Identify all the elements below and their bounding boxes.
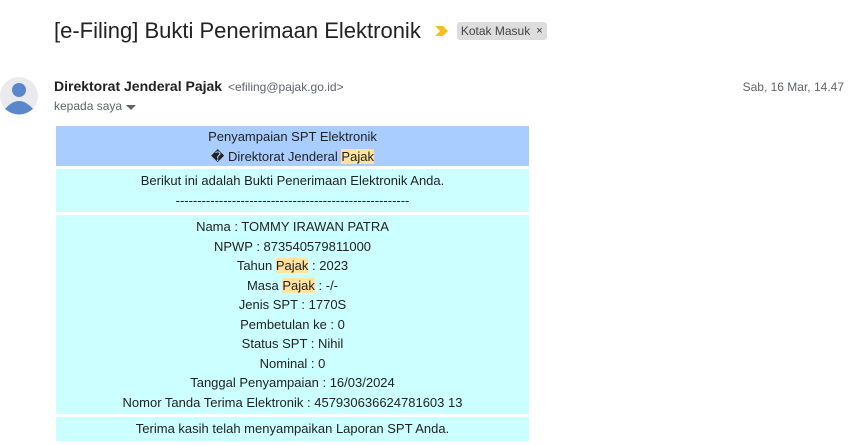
highlight-pajak: Pajak	[341, 148, 374, 164]
intro-block: Berikut ini adalah Bukti Penerimaan Elek…	[56, 169, 529, 212]
footer-block: Terima kasih telah menyampaikan Laporan …	[56, 417, 529, 441]
header-line-2-prefix: � Direktorat Jenderal	[211, 148, 342, 164]
header-line-1: Penyampaian SPT Elektronik	[208, 129, 377, 144]
sender-line: Direktorat Jenderal Pajak <efiling@pajak…	[54, 78, 344, 94]
detail-nominal: Nominal : 0	[259, 355, 326, 371]
detail-npwp: NPWP : 873540579811000	[213, 238, 372, 254]
label-chip-inbox: Kotak Masuk ×	[456, 22, 547, 40]
tahun-prefix: Tahun	[236, 258, 276, 273]
sender-avatar	[0, 77, 38, 115]
detail-nama: Nama : TOMMY IRAWAN PATRA	[196, 219, 389, 234]
email-subject: [e-Filing] Bukti Penerimaan Elektronik	[54, 18, 421, 43]
recipient-line[interactable]: kepada saya	[54, 99, 137, 113]
importance-marker-icon[interactable]	[434, 25, 449, 37]
remove-label-icon[interactable]: ×	[536, 25, 542, 37]
detail-tahun: Tahun Pajak : 2023	[56, 256, 529, 276]
intro-text: Berikut ini adalah Bukti Penerimaan Elek…	[140, 173, 445, 188]
tahun-suffix: : 2023	[308, 258, 349, 273]
dash-divider: ----------------------------------------…	[175, 192, 410, 208]
email-body: Penyampaian SPT Elektronik � Direktorat …	[56, 126, 529, 441]
detail-pembetulan: Pembetulan ke : 0	[240, 316, 345, 332]
label-chip-text: Kotak Masuk	[460, 24, 531, 38]
highlight-pajak: Pajak	[275, 258, 309, 273]
sender-name: Direktorat Jenderal Pajak	[54, 78, 223, 94]
recipient-details-dropdown-icon[interactable]	[126, 104, 137, 110]
highlight-pajak: Pajak	[282, 277, 315, 293]
masa-prefix: Masa	[246, 277, 283, 293]
detail-tanggal: Tanggal Penyampaian : 16/03/2024	[190, 375, 395, 390]
detail-status: Status SPT : Nihil	[241, 336, 344, 351]
sender-email: <efiling@pajak.go.id>	[227, 80, 344, 94]
body-header-block: Penyampaian SPT Elektronik � Direktorat …	[56, 126, 529, 166]
details-block: Nama : TOMMY IRAWAN PATRA NPWP : 8735405…	[56, 215, 529, 414]
email-date: Sab, 16 Mar, 14.47	[742, 80, 844, 94]
detail-jenis: Jenis SPT : 1770S	[238, 297, 347, 312]
footer-text: Terima kasih telah menyampaikan Laporan …	[135, 421, 450, 436]
detail-masa: Masa Pajak : -/-	[56, 276, 529, 296]
header-line-2: � Direktorat Jenderal Pajak	[56, 147, 529, 167]
subject-row: [e-Filing] Bukti Penerimaan Elektronik K…	[54, 18, 547, 44]
detail-nomor: Nomor Tanda Terima Elektronik : 45793063…	[122, 394, 463, 410]
masa-suffix: : -/-	[314, 277, 339, 293]
recipient-text: kepada saya	[54, 99, 123, 113]
